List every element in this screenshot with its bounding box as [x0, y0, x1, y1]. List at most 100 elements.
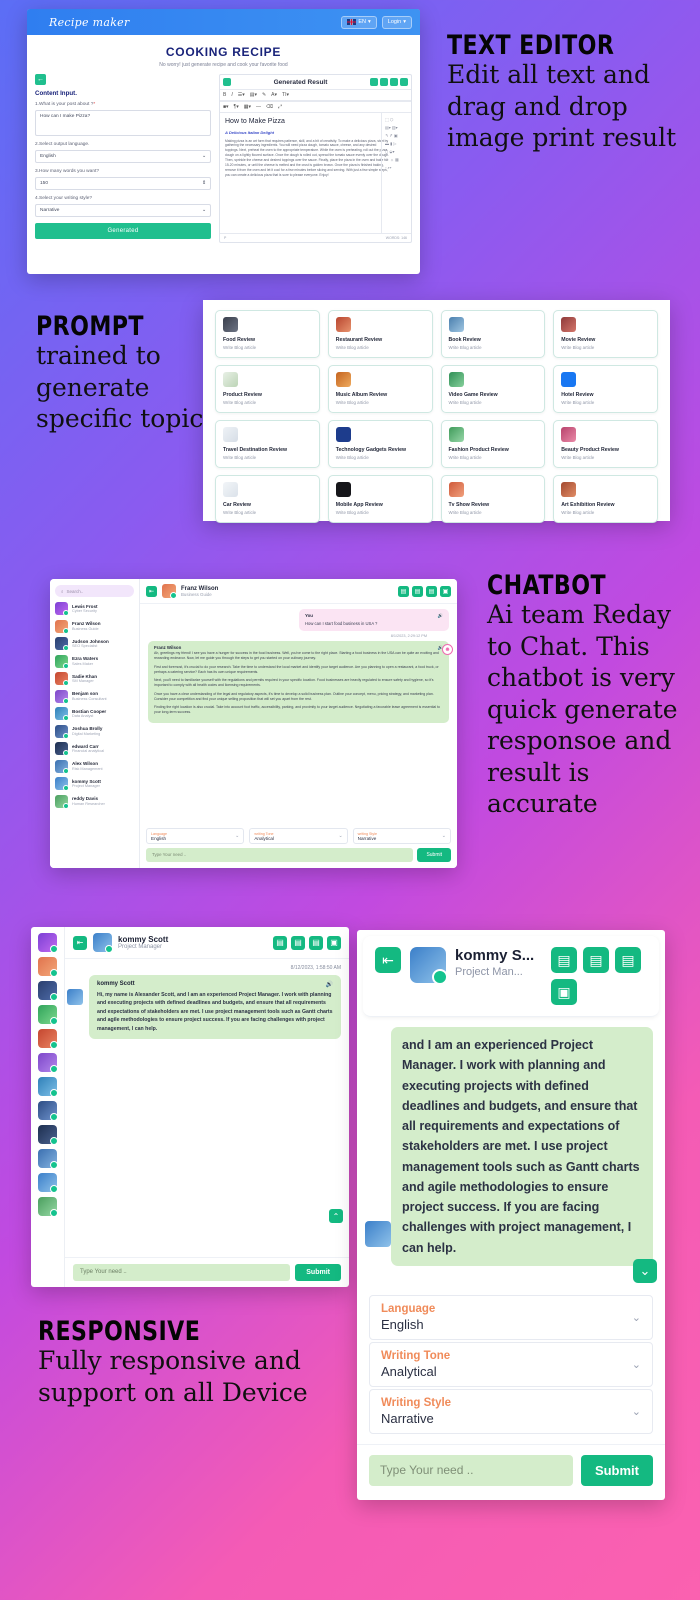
align-icon[interactable]: ▤▾ [250, 92, 257, 98]
speaker-icon[interactable]: 🔊 [326, 981, 333, 988]
message-input[interactable]: Type Your need .. [73, 1264, 291, 1281]
writing-tone-select[interactable]: writing Tone Analytical ⌄ [249, 828, 348, 844]
contact-list-item[interactable]: Benjam son Business Consultant [55, 689, 134, 704]
back-icon[interactable]: ⇤ [73, 935, 87, 950]
back-icon[interactable]: ⇤ [375, 947, 401, 973]
prompt-card[interactable]: Hotel Review Write Blog article [553, 365, 658, 413]
italic-icon[interactable]: I [231, 92, 232, 98]
pdf-export-icon[interactable]: ▤ [615, 947, 641, 973]
contact-avatar[interactable] [38, 1005, 58, 1025]
contact-list-item[interactable]: kommy Scott Project Manager [55, 777, 134, 791]
prompt-card[interactable]: Car Review Write Blog article [215, 475, 320, 523]
scroll-up-button[interactable]: ⌃ [329, 1209, 343, 1223]
writing-style-select[interactable]: Writing Style Narrative ⌄ [369, 1389, 653, 1434]
close-icon[interactable]: ▣ [327, 935, 341, 950]
contact-list-item[interactable]: Ezra Waters Sales Maker [55, 654, 134, 669]
writing-tone-select[interactable]: Writing Tone Analytical ⌄ [369, 1342, 653, 1387]
generate-button[interactable]: Generated [35, 223, 211, 239]
language-select[interactable]: English ⌄ [35, 150, 211, 163]
contact-list-item[interactable]: Franz Wilson Business Guide [55, 619, 134, 634]
copy-icon[interactable] [369, 78, 378, 86]
submit-button[interactable]: Submit [580, 1455, 653, 1486]
emoji-icon[interactable]: ☺ ☼ ▦ [385, 156, 408, 164]
doc-export-icon[interactable]: ▤ [291, 935, 305, 950]
contact-avatar[interactable] [38, 933, 58, 953]
writing-style-select[interactable]: writing Style Narrative ⌄ [352, 828, 451, 844]
prompt-card[interactable]: Technology Gadgets Review Write Blog arti… [327, 420, 433, 468]
prompt-card[interactable]: Tv Show Review Write Blog article [440, 475, 546, 523]
doc-export-icon[interactable]: ▤ [412, 585, 423, 597]
media-icon[interactable]: ▬ ▮ ▷ [385, 140, 408, 148]
expand-icon[interactable]: ⤢ [278, 104, 282, 110]
doc-export-icon[interactable]: ▤ [583, 947, 609, 973]
prompt-card[interactable]: Book Review Write Blog article [440, 310, 546, 358]
tablet-contacts-sidebar[interactable] [31, 927, 65, 1287]
prompt-card[interactable]: Product Review Write Blog article [215, 365, 320, 413]
word-count-input[interactable]: 150 ⇕ [35, 177, 211, 190]
writing-style-select[interactable]: Narrative ⌄ [35, 204, 211, 217]
color-icon[interactable]: ■▾ [223, 104, 229, 110]
contact-avatar[interactable] [38, 957, 58, 977]
prompt-card[interactable]: Movie Review Write Blog article [553, 310, 658, 358]
message-input[interactable]: Type Your need .. [369, 1455, 573, 1486]
close-icon[interactable]: ▣ [551, 979, 577, 1005]
prompt-card[interactable]: Restaurant Review Write Blog article [327, 310, 433, 358]
contact-list-item[interactable]: reddy Davis Human Researcher [55, 794, 134, 809]
message-input[interactable]: Type Your need .. [146, 848, 414, 862]
contact-avatar[interactable] [38, 1173, 58, 1193]
bold-icon[interactable]: B [223, 92, 226, 98]
list-icon[interactable]: ☰▾ [238, 92, 245, 98]
prompt-card[interactable]: Music Album Review Write Blog article [327, 365, 433, 413]
clear-chat-icon[interactable]: ▤ [398, 585, 409, 597]
contact-list-item[interactable]: edward Carr Financial analytical [55, 742, 134, 756]
prompt-card[interactable]: Travel Destination Review Write Blog arti… [215, 420, 320, 468]
submit-button[interactable]: Submit [417, 848, 451, 862]
pdf-export-icon[interactable] [389, 78, 398, 86]
contact-list-item[interactable]: Joshua Brolly Digital Marketing [55, 724, 134, 739]
contact-list-item[interactable]: Lewis Frost Cyber Security [55, 602, 134, 616]
pdf-export-icon[interactable]: ▤ [426, 585, 437, 597]
word-export-icon[interactable] [379, 78, 388, 86]
contact-avatar[interactable] [38, 1101, 58, 1121]
clear-format-icon[interactable]: ⌫ [266, 104, 273, 110]
contact-avatar[interactable] [38, 1149, 58, 1169]
editor-toolbar-row2[interactable]: ■▾ ¶▾ ▦▾ — ⌫ ⤢ [220, 101, 411, 113]
contact-list-item[interactable]: Bostian Cooper Data Analyst [55, 707, 134, 721]
editor-side-toolbar[interactable]: ⬚ ⬡ ▤▾ ▥▾ ↰ ↱ ▣ ▬ ▮ ▷ ◻ ⬙▾ ☺ ☼ ▦ ▫ ⌕▾ [381, 113, 411, 233]
link-icon[interactable]: ↰ ↱ ▣ [385, 132, 408, 140]
contact-list-item[interactable]: Sadie Khan SM Manager [55, 672, 134, 686]
table-insert-icon[interactable]: ▤▾ ▥▾ [385, 124, 408, 132]
table-icon[interactable]: ▦▾ [244, 104, 251, 110]
image-icon[interactable]: ⬚ ⬡ [385, 116, 408, 124]
contact-list-item[interactable]: Alex Wilson Risk Management [55, 759, 134, 774]
prompt-card[interactable]: Beauty Product Review Write Blog article [553, 420, 658, 468]
contact-avatar[interactable] [38, 1197, 58, 1217]
pdf-export-icon[interactable]: ▤ [309, 935, 323, 950]
contact-list-item[interactable]: Judson Johnson SEO Specialist [55, 637, 134, 651]
scroll-down-button[interactable]: ⌄ [633, 1259, 657, 1283]
contact-avatar[interactable] [38, 981, 58, 1001]
prompt-card[interactable]: Fashion Product Review Write Blog article [440, 420, 546, 468]
speaker-icon[interactable]: 🔊 [438, 613, 443, 619]
contact-avatar[interactable] [38, 1053, 58, 1073]
prompt-card[interactable]: Art Exhibition Review Write Blog article [553, 475, 658, 523]
contact-avatar[interactable] [38, 1077, 58, 1097]
document-content[interactable]: How to Make Pizza A Delicious Italian De… [220, 113, 411, 233]
language-select[interactable]: Language English ⌄ [146, 828, 245, 844]
editor-toolbar-row1[interactable]: B I ☰▾ ▤▾ ✎ A▾ TI▾ [220, 89, 411, 101]
post-about-textarea[interactable]: How can I make Pizza? [35, 110, 211, 136]
back-icon[interactable]: ⇤ [146, 585, 157, 597]
login-button[interactable]: Login ▾ [381, 15, 412, 29]
language-selector[interactable]: EN ▾ [341, 15, 377, 29]
language-select[interactable]: Language English ⌄ [369, 1295, 653, 1340]
close-icon[interactable]: ▣ [440, 585, 451, 597]
line-icon[interactable]: — [256, 104, 261, 110]
highlight-icon[interactable]: ✎ [262, 92, 266, 98]
shape-icon[interactable]: ◻ ⬙▾ [385, 148, 408, 156]
fullscreen-icon[interactable] [399, 78, 408, 86]
search-input[interactable]: ⌕ Search.. [55, 585, 134, 597]
paragraph-icon[interactable]: ¶▾ [234, 104, 239, 110]
more-icon[interactable]: ▫ ⌕▾ [385, 164, 408, 172]
size-icon[interactable]: TI▾ [282, 92, 289, 98]
prompt-card[interactable]: Video Game Review Write Blog article [440, 365, 546, 413]
